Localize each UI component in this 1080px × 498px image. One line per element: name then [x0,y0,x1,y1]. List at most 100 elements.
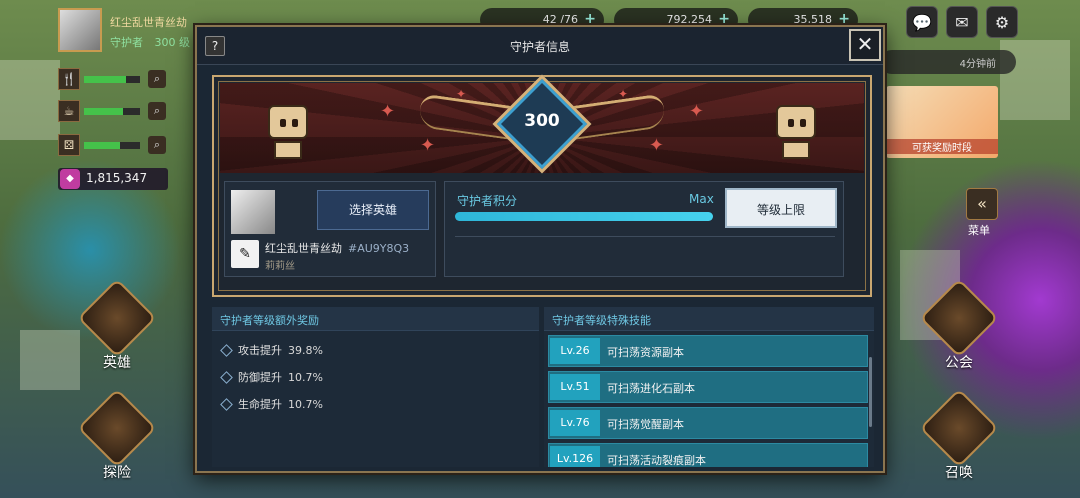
hero-subtitle: 莉莉丝 [265,261,295,272]
dice-bar [84,142,140,149]
level-banner: ✦ ✦ ✦ ✦ ✦ ✦ 300 [220,74,864,174]
bonus-name: 生命提升 [238,398,282,411]
summon-button[interactable]: 召唤 [919,388,999,482]
fork-knife-icon: 🍴 [58,68,80,90]
close-button[interactable]: ✕ [849,29,881,61]
player-level: 守护者 300 级 [110,34,190,50]
guild-emblem-icon [919,278,999,358]
player-level-label: 守护者 [110,36,143,49]
menu-label: 菜单 [968,224,990,237]
hero-card: 选择英雄 ✎ 红尘乱世青丝劫 #AU9Y8Q3 莉莉丝 [224,181,436,277]
guardian-info-modal: ? 守护者信息 ✕ ✦ ✦ ✦ ✦ ✦ ✦ 300 选择英雄 ✎ 红尘乱世青丝劫… [195,25,885,473]
bonus-item: 防御提升 10.7% [212,364,539,391]
explore-button[interactable]: 探险 [77,388,157,482]
robot-icon [768,97,824,161]
star-icon: ✦ [420,135,436,156]
guild-button[interactable]: 公会 [919,278,999,372]
stat-row-food: 🍴 ⌕ [58,68,166,92]
skill-text: 可扫荡觉醒副本 [607,418,684,431]
bonus-item: 攻击提升 39.8% [212,337,539,364]
hero-avatar[interactable] [231,190,275,234]
modal-title: 守护者信息 [509,40,570,54]
player-avatar[interactable] [58,8,102,52]
skill-text: 可扫荡资源副本 [607,346,684,359]
menu-collapse-button[interactable]: « [966,188,998,220]
skill-level-badge: Lv.51 [550,374,600,400]
skill-text: 可扫荡进化石副本 [607,382,695,395]
skill-row: Lv.76 可扫荡觉醒副本 [548,407,868,439]
summon-emblem-icon [919,388,999,468]
hero-button-label: 英雄 [103,355,131,371]
bonus-value: 10.7% [288,398,323,411]
diamond-bullet-icon [220,371,233,384]
skill-level-badge: Lv.76 [550,410,600,436]
magnifier-icon[interactable]: ⌕ [148,136,166,154]
explore-button-label: 探险 [103,465,131,481]
bonus-name: 攻击提升 [238,344,282,357]
guardian-frame: ✦ ✦ ✦ ✦ ✦ ✦ 300 选择英雄 ✎ 红尘乱世青丝劫 #AU9Y8Q3 莉… [212,74,872,297]
star-icon: ✦ [380,101,396,122]
bonus-value: 39.8% [288,344,323,357]
hero-id: #AU9Y8Q3 [348,242,410,255]
chat-icon[interactable]: 💬 [906,6,938,38]
guardian-score-card: 守护者积分 Max 等级上限 [444,181,844,277]
guild-button-label: 公会 [945,355,973,371]
bonus-name: 防御提升 [238,371,282,384]
skill-panel-title: 守护者等级特殊技能 [544,307,874,331]
gem-value: 1,815,347 [86,171,148,185]
player-level-value: 300 级 [154,36,191,49]
event-banner[interactable]: 可获奖励时段 [886,86,998,158]
bonus-item: 生命提升 10.7% [212,391,539,418]
skill-level-badge: Lv.126 [550,446,600,467]
star-icon: ✦ [688,101,704,122]
timer-pill: 4分钟前 [880,50,1016,74]
dice-icon: ⚄ [58,134,80,156]
hero-button[interactable]: 英雄 [77,278,157,372]
mail-icon[interactable]: ✉ [946,6,978,38]
skill-scrollbar[interactable] [869,357,872,427]
edit-icon[interactable]: ✎ [231,240,259,268]
skill-row: Lv.51 可扫荡进化石副本 [548,371,868,403]
terrain-block [20,330,80,390]
summon-button-label: 召唤 [945,465,973,481]
gear-icon[interactable]: ⚙ [986,6,1018,38]
select-hero-button[interactable]: 选择英雄 [317,190,429,230]
robot-icon [260,97,316,161]
divider [455,236,835,237]
explore-emblem-icon [77,388,157,468]
skill-level-badge: Lv.26 [550,338,600,364]
score-label: 守护者积分 [457,194,518,208]
magnifier-icon[interactable]: ⌕ [148,102,166,120]
score-max-label: Max [689,192,714,206]
player-info[interactable]: 红尘乱世青丝劫 守护者 300 级 [58,8,193,56]
cup-icon: ☕ [58,100,80,122]
bonus-panel-title: 守护者等级额外奖励 [212,307,539,331]
skill-row: Lv.126 可扫荡活动裂痕副本 [548,443,868,467]
event-caption: 可获奖励时段 [886,139,998,154]
hero-name: 红尘乱世青丝劫 [265,242,342,255]
hero-name-line: 红尘乱世青丝劫 #AU9Y8Q3 [265,240,409,256]
diamond-bullet-icon [220,344,233,357]
purple-gem-icon: ◆ [60,169,80,189]
level-cap-button[interactable]: 等级上限 [725,188,837,228]
diamond-bullet-icon [220,398,233,411]
level-badge-number: 300 [524,111,560,131]
skill-panel[interactable]: 守护者等级特殊技能 Lv.26 可扫荡资源副本 Lv.51 可扫荡进化石副本 L… [544,307,874,467]
drink-bar [84,108,140,115]
skill-row: Lv.26 可扫荡资源副本 [548,335,868,367]
score-progress-bar [455,212,713,221]
level-emblem: 300 [492,74,592,174]
player-name: 红尘乱世青丝劫 [110,16,187,29]
modal-header: ? 守护者信息 ✕ [197,27,883,65]
skill-text: 可扫荡活动裂痕副本 [607,454,706,467]
hero-emblem-icon [77,278,157,358]
terrain-block [0,60,60,140]
stat-row-dice: ⚄ ⌕ [58,134,166,158]
stat-row-drink: ☕ ⌕ [58,100,166,124]
timer-text: 4分钟前 [959,59,996,70]
bonus-panel: 守护者等级额外奖励 攻击提升 39.8% 防御提升 10.7% 生命提升 10.7% [212,307,539,467]
bonus-value: 10.7% [288,371,323,384]
star-icon: ✦ [648,135,664,156]
gem-counter[interactable]: ◆ 1,815,347 [58,168,168,190]
magnifier-icon[interactable]: ⌕ [148,70,166,88]
